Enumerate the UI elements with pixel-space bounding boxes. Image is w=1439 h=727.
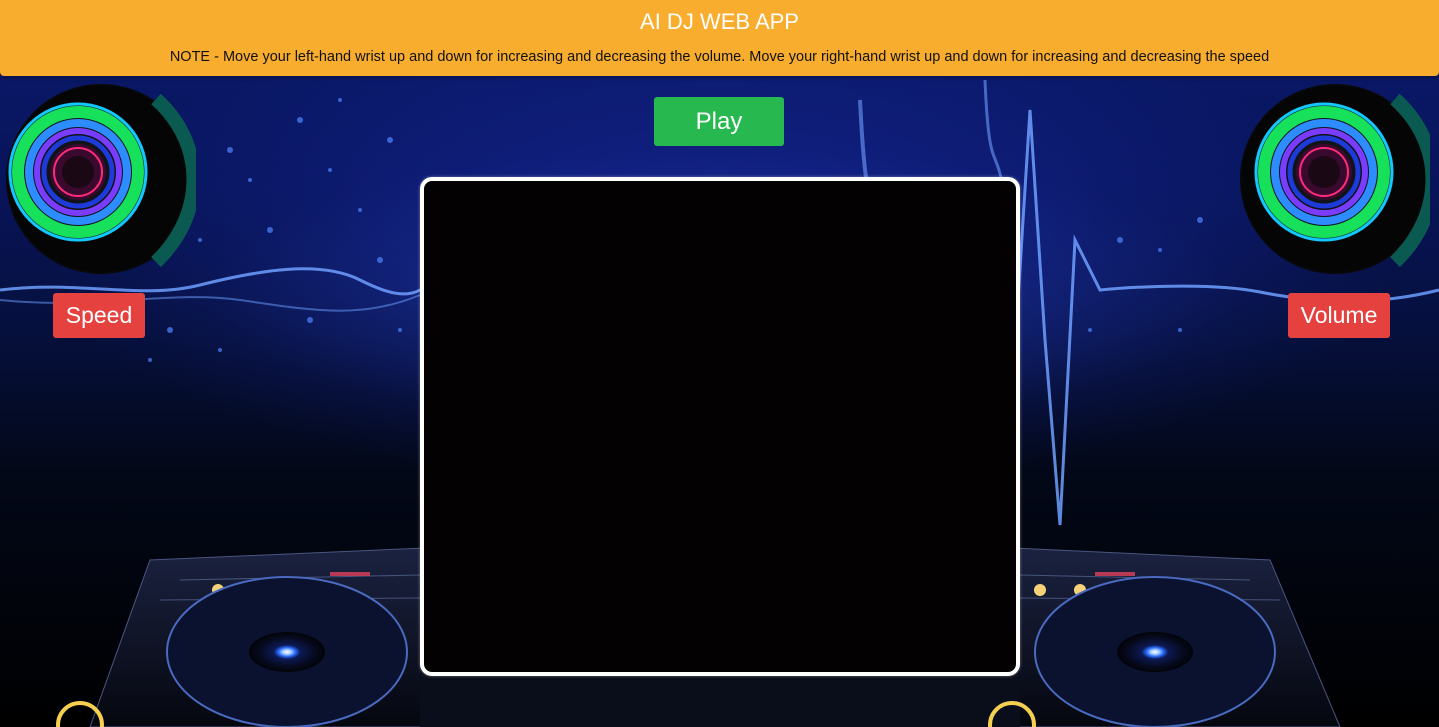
- left-speaker: [6, 84, 201, 274]
- speaker-icon: [1242, 86, 1439, 272]
- app-page: AI DJ WEB APP NOTE - Move your left-hand…: [0, 0, 1439, 727]
- app-title: AI DJ WEB APP: [640, 9, 799, 34]
- webcam-canvas[interactable]: [420, 177, 1020, 676]
- instructions-note: NOTE - Move your left-hand wrist up and …: [169, 49, 1270, 65]
- header-banner: AI DJ WEB APP NOTE - Move your left-hand…: [0, 0, 1439, 76]
- right-speaker: [1240, 84, 1439, 274]
- left-turntable-icon: [166, 576, 408, 727]
- volume-button[interactable]: Volume: [1288, 293, 1390, 338]
- speed-button[interactable]: Speed: [53, 293, 145, 338]
- right-turntable-icon: [1034, 576, 1276, 727]
- speaker-icon: [8, 86, 201, 272]
- play-button[interactable]: Play: [654, 97, 784, 146]
